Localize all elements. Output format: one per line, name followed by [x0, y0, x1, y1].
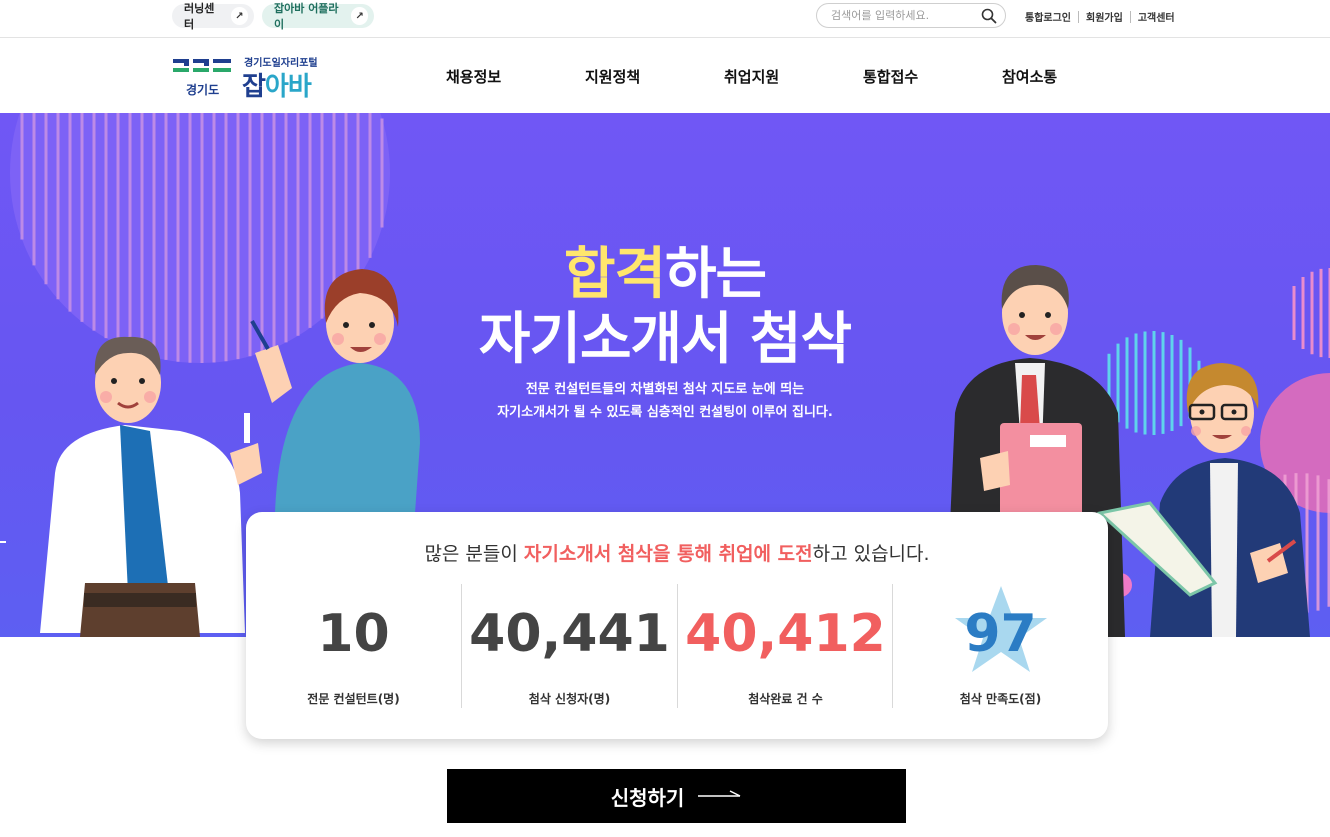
stat-label: 첨삭완료 건 수: [748, 692, 823, 706]
gyeonggi-logo-icon: [173, 59, 231, 72]
brand-name-part2: 아바: [264, 72, 312, 102]
nav-integrated-application[interactable]: 통합접수: [863, 66, 918, 87]
stat-satisfaction: 97 첨삭 만족도(점): [893, 584, 1108, 710]
utility-bar: 러닝센터 ↗ 잡아바 어플라이 ↗ 통합로그인 회원가입 고객센터: [0, 0, 1330, 38]
stats-headline: 많은 분들이 자기소개서 첨삭을 통해 취업에 도전하고 있습니다.: [246, 539, 1108, 566]
gyeonggi-text: 경기도: [186, 83, 220, 97]
stats-headline-post: 하고 있습니다.: [812, 543, 930, 565]
stat-completed: 40,412 첨삭완료 건 수: [678, 584, 893, 710]
jobaba-apply-label: 잡아바 어플라이: [274, 2, 339, 31]
nav-employment-support[interactable]: 취업지원: [724, 66, 779, 87]
stats-headline-pre: 많은 분들이: [424, 543, 524, 565]
apply-button-label: 신청하기: [610, 785, 685, 810]
utility-links: 통합로그인 회원가입 고객센터: [1018, 9, 1182, 24]
apply-button[interactable]: 신청하기: [447, 769, 906, 823]
search-icon[interactable]: [981, 8, 997, 24]
nav-participation[interactable]: 참여소통: [1002, 66, 1057, 87]
stat-value: 10: [317, 604, 390, 664]
search-box: [816, 3, 1006, 28]
long-arrow-right-icon: [698, 790, 741, 797]
signup-link[interactable]: 회원가입: [1079, 9, 1130, 24]
stat-label: 첨삭 신청자(명): [528, 692, 611, 706]
stats-headline-emphasis: 자기소개서 첨삭을 통해 취업에 도전: [523, 543, 813, 565]
brand-name-part1: 잡: [242, 72, 266, 102]
learning-center-label: 러닝센터: [184, 2, 215, 31]
stat-applicants: 40,441 첨삭 신청자(명): [462, 584, 677, 710]
stat-value: 40,441: [469, 604, 670, 664]
stat-value: 40,412: [685, 604, 886, 664]
external-arrow-icon: ↗: [230, 7, 248, 25]
search-input[interactable]: [831, 7, 981, 24]
stat-consultants: 10 전문 컨설턴트(명): [246, 584, 461, 710]
hero-title-line2: 자기소개서 첨삭: [478, 307, 852, 372]
main-header: 경기도 경기도일자리포털 잡아바 채용정보 지원정책 취업지원 통합접수 참여소…: [0, 38, 1330, 113]
hero-description-line2: 자기소개서가 될 수 있도록 심층적인 컨설팅이 이루어 집니다.: [497, 405, 833, 420]
learning-center-link[interactable]: 러닝센터 ↗: [172, 2, 254, 31]
site-logo[interactable]: 경기도 경기도일자리포털 잡아바: [172, 54, 332, 103]
hero-description-line1: 전문 컨설턴트들의 차별화된 첨삭 지도로 눈에 띄는: [525, 382, 805, 397]
customer-center-link[interactable]: 고객센터: [1131, 9, 1182, 24]
login-link[interactable]: 통합로그인: [1018, 9, 1078, 24]
nav-job-info[interactable]: 채용정보: [446, 66, 501, 87]
external-arrow-icon: ↗: [351, 7, 368, 25]
jobaba-apply-link[interactable]: 잡아바 어플라이 ↗: [262, 2, 374, 31]
stats-card: 많은 분들이 자기소개서 첨삭을 통해 취업에 도전하고 있습니다. 10 전문…: [246, 512, 1108, 739]
nav-support-policy[interactable]: 지원정책: [585, 66, 640, 87]
stat-label: 전문 컨설턴트(명): [307, 692, 400, 706]
stat-value: 97: [964, 604, 1037, 664]
brand-name: 잡아바: [242, 66, 312, 103]
stat-label: 첨삭 만족도(점): [959, 692, 1042, 706]
